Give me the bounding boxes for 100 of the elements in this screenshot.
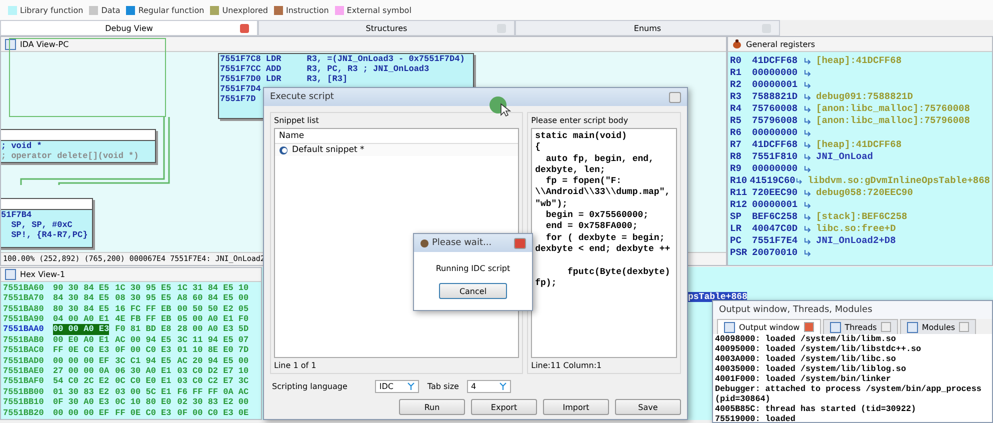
hex-bytes: A8 60 84 E5 00	[177, 293, 249, 304]
app-icon	[420, 238, 429, 248]
log-line: 75519000: loaded	[715, 414, 796, 422]
dialog-button[interactable]: Export	[471, 399, 537, 415]
progress-message: Running IDC script	[436, 264, 510, 273]
register-target[interactable]: JNI_OnLoad2+D8	[816, 235, 896, 247]
legend-label: Library function	[20, 6, 84, 14]
register-value: 41DCFF68	[752, 139, 799, 151]
cursor-icon	[489, 96, 511, 118]
close-icon[interactable]	[804, 322, 814, 332]
hex-bytes: AC 20 94 E5 00	[177, 356, 249, 366]
tab-icon	[724, 322, 735, 332]
code-line: ; operator delete[](void *)	[1, 151, 139, 161]
hex-bytes: 00 00 00 EF	[53, 356, 110, 366]
jump-arrow-icon	[796, 177, 804, 185]
code-line: SP!, {R4-R7,PC}	[10, 230, 88, 240]
close-icon[interactable]	[959, 322, 970, 332]
hex-bytes: FF 0E C0 E3	[115, 408, 172, 418]
hex-address: 7551BA80	[3, 304, 45, 314]
script-editor[interactable]: static main(void) { auto fp, begin, end, dexbyte, len; fp = fopen("F: \\Android\\33\\dump.map", "wb"); begin = 0x75560000; end = 0x758FA000; for ( dexbyte = begin; dexbyte < end; dexbyte ++ fputc(Byte(dexbyte) fp);	[531, 128, 677, 358]
hex-bytes: AC 00 94 E5	[115, 334, 172, 346]
group-label: Please enter script body	[531, 116, 630, 125]
hex-bytes: 4E FB FF EB	[115, 314, 172, 324]
hex-bytes: 16 FC FF EB	[115, 304, 172, 314]
tab-size-dropdown[interactable]: 4	[466, 380, 511, 393]
dialog-button[interactable]: Save	[615, 399, 681, 415]
hex-bytes: 00 00 00 EF	[53, 408, 110, 418]
register-name: R5	[730, 115, 742, 127]
pane-title: IDA View-PC	[20, 40, 69, 48]
pane-title: Hex View-1	[20, 270, 66, 279]
hex-bytes: 08 30 95 E5	[115, 293, 172, 304]
dialog-title: Please wait...	[432, 238, 492, 248]
register-value: 40047C0D	[752, 223, 799, 235]
register-value: 720EEC90	[752, 187, 799, 199]
hex-bytes: 00 E0 A0 E1	[53, 334, 110, 346]
hex-address: 7551BAD0	[3, 356, 45, 366]
view-tab[interactable]: Structures	[258, 20, 515, 36]
hex-bytes: 01 30 83 E2	[53, 386, 110, 398]
cursor-position: Line:11 Column:1	[531, 361, 603, 370]
legend-label: Unexplored	[222, 6, 268, 14]
hex-address: 7551BAC0	[3, 345, 45, 356]
snippet-item[interactable]: Default snippet *	[275, 144, 518, 156]
language-dropdown[interactable]: IDC	[375, 380, 420, 393]
hex-bytes: 0F 30 A0 E3	[53, 397, 110, 408]
jump-arrow-icon	[804, 69, 812, 77]
register-value: 00000000	[752, 127, 799, 139]
register-name: R0	[730, 55, 742, 67]
code-line: 7551F7D4	[219, 84, 261, 94]
code-line: ; void *	[1, 141, 42, 151]
register-value: 00000000	[752, 67, 799, 79]
close-icon[interactable]	[669, 92, 681, 103]
register-target[interactable]: JNI_OnLoad	[816, 151, 874, 163]
log-line: 40095000: loaded /system/lib/libstdc++.so	[715, 344, 922, 354]
dialog-button[interactable]: Import	[543, 399, 609, 415]
hex-bytes: 1C 30 95 E5	[115, 282, 172, 294]
hex-bytes: 3C C1 94 E5	[115, 356, 172, 366]
register-name: R4	[730, 103, 742, 115]
dialog-button[interactable]: Run	[399, 399, 465, 415]
hex-bytes: F6 FF FF 0A AC	[177, 386, 249, 398]
hex-bytes: 03 C0 C2 E7 3C	[177, 376, 249, 387]
hex-bytes: 84 30 84 E5	[53, 293, 110, 304]
pane-title: General registers	[746, 40, 816, 48]
register-value: 41DCFF68	[752, 55, 799, 67]
field-label: Scripting language	[272, 382, 348, 391]
legend-label: Data	[101, 6, 120, 14]
code-line: 7551F7D	[219, 94, 256, 104]
register-value: 7588821D	[752, 91, 799, 103]
close-icon[interactable]	[240, 24, 249, 33]
code-line: 51F7B4	[1, 210, 32, 220]
register-value: 75796008	[752, 115, 799, 127]
output-tab[interactable]: Threads	[822, 319, 898, 334]
hex-address: 7551BAB0	[3, 334, 45, 346]
output-tab[interactable]: Output window	[717, 319, 821, 334]
hex-bytes: 03 00 5C E1	[115, 386, 172, 398]
register-name: R3	[730, 91, 742, 103]
legend-label: Instruction	[286, 6, 329, 14]
register-value: 00000001	[752, 79, 799, 91]
log-line: Debugger: attached to process /system/bin/app_process	[715, 384, 982, 394]
hex-address: 7551BAA0	[3, 324, 45, 335]
view-tab[interactable]: Enums	[515, 20, 780, 36]
hex-address: 7551BAE0	[3, 366, 45, 376]
close-icon[interactable]	[514, 238, 526, 249]
cancel-button[interactable]: Cancel	[439, 283, 507, 299]
group-label: Snippet list	[274, 116, 320, 125]
hex-bytes: 1C 31 84 E5 10	[177, 282, 249, 294]
close-icon[interactable]	[880, 322, 891, 332]
legend-label: External symbol	[346, 6, 412, 14]
hex-address: 7551BA90	[3, 314, 45, 324]
output-tab[interactable]: Modules	[900, 319, 976, 334]
dialog-title: Execute script	[270, 92, 334, 102]
tab-icon	[830, 322, 841, 332]
hex-address: 7551BA60	[3, 282, 45, 294]
code-line: SP, SP, #0xC	[10, 220, 72, 230]
register-name: R9	[730, 163, 742, 175]
hex-bytes: 28 00 A0 E3 5D	[177, 324, 249, 335]
jump-arrow-icon	[804, 153, 812, 161]
snippet-icon	[279, 146, 288, 154]
line-count: Line 1 of 1	[274, 361, 318, 370]
view-tab[interactable]: Debug View	[0, 20, 258, 36]
register-name: PSR	[730, 247, 748, 259]
